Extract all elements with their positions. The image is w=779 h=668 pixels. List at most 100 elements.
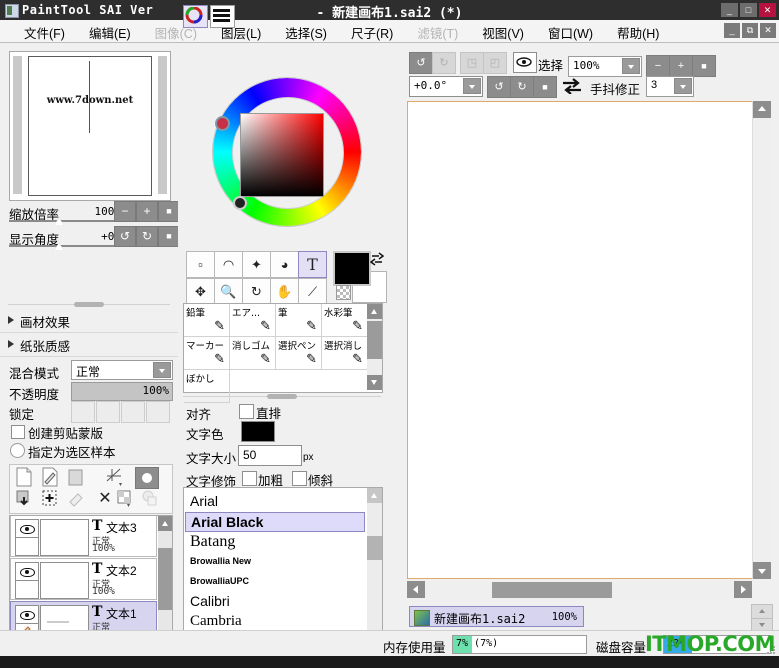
zoom-out-button[interactable]: − bbox=[114, 201, 136, 222]
redo-button[interactable]: ↻ bbox=[432, 52, 456, 74]
canvas-angle-input[interactable]: +0.0° bbox=[409, 76, 483, 97]
menu-item-9[interactable]: 帮助(H) bbox=[605, 20, 671, 45]
canvas-zoom-select[interactable]: 100% bbox=[568, 56, 642, 77]
move-tool[interactable]: ✥ bbox=[186, 278, 215, 305]
font-list-item[interactable]: Browallia New bbox=[185, 552, 365, 572]
brush-scroll-thumb[interactable] bbox=[367, 321, 382, 359]
gradient-bar-tab[interactable] bbox=[210, 5, 235, 28]
brush-list-scrollbar[interactable] bbox=[367, 304, 382, 390]
opacity-slider[interactable]: 100% bbox=[71, 382, 173, 401]
delete-icon[interactable]: ✕ bbox=[93, 489, 117, 511]
layer-thumbnail[interactable] bbox=[40, 519, 89, 556]
canvas-rotate-ccw-button[interactable]: ↺ bbox=[487, 76, 511, 98]
undo-button[interactable]: ↺ bbox=[409, 52, 433, 74]
font-list-item[interactable]: Arial bbox=[185, 492, 365, 512]
canvas-vertical-scrollbar[interactable] bbox=[752, 101, 771, 579]
layer-mask-icon[interactable] bbox=[135, 467, 159, 489]
brush-scroll-down-button[interactable] bbox=[367, 375, 382, 390]
font-list-item[interactable]: Calibri bbox=[185, 592, 365, 612]
eye-icon[interactable] bbox=[513, 52, 537, 73]
brush-scroll-up-button[interactable] bbox=[367, 304, 382, 319]
canvas-rotate-cw-button[interactable]: ↻ bbox=[510, 76, 534, 98]
accordion-material-effect[interactable]: 画材效果 bbox=[0, 308, 178, 333]
color-square[interactable] bbox=[240, 113, 324, 197]
layer-list[interactable]: T文本3正常100%T文本2正常100%T文本1正常100%图层1 bbox=[9, 515, 173, 647]
flip-horizontal-icon[interactable] bbox=[562, 78, 582, 98]
swap-colors-icon[interactable] bbox=[369, 252, 385, 269]
lock-all-icon[interactable] bbox=[146, 401, 170, 423]
canvas-zoom-in-button[interactable]: + bbox=[669, 55, 693, 77]
shape-tool[interactable]: ◕ bbox=[270, 251, 299, 278]
angle-slider-thumb[interactable] bbox=[54, 243, 64, 250]
mdi-close-button[interactable]: ✕ bbox=[760, 23, 776, 38]
mdi-minimize-button[interactable]: _ bbox=[724, 23, 740, 38]
add-selection-icon[interactable] bbox=[41, 489, 65, 511]
menu-item-1[interactable]: 编辑(E) bbox=[77, 20, 143, 45]
saturation-value-marker[interactable] bbox=[233, 196, 247, 210]
color-wheel-tab[interactable] bbox=[183, 5, 208, 28]
rotate-ccw-button[interactable]: ↺ bbox=[114, 226, 136, 247]
text-size-input[interactable]: 50 bbox=[238, 445, 302, 466]
ruler-icon[interactable] bbox=[104, 467, 128, 489]
bold-checkbox[interactable] bbox=[242, 471, 257, 486]
brush-item[interactable]: 選択ペン ✎ bbox=[276, 337, 322, 370]
lock-alpha-icon[interactable] bbox=[71, 401, 95, 423]
brush-item[interactable]: 水彩筆 ✎ bbox=[322, 304, 368, 337]
font-scroll-thumb[interactable] bbox=[367, 536, 382, 560]
maximize-button[interactable]: □ bbox=[740, 3, 757, 17]
layer-row[interactable]: T 文本2 正常 100% bbox=[10, 558, 157, 600]
font-list-item[interactable]: Arial Black bbox=[185, 512, 365, 532]
zoom-slider-track[interactable] bbox=[9, 220, 122, 222]
close-button[interactable]: ✕ bbox=[759, 3, 776, 17]
blend-mode-select[interactable]: 正常 bbox=[71, 360, 173, 380]
chevron-down-icon[interactable] bbox=[463, 78, 481, 94]
layer-visibility-icon[interactable] bbox=[15, 605, 39, 624]
canvas-scroll-down-button[interactable] bbox=[753, 562, 771, 579]
mdi-restore-button[interactable]: ⧉ bbox=[742, 23, 758, 38]
layer-lock-icon[interactable] bbox=[15, 580, 39, 599]
text-color-swatch[interactable] bbox=[241, 421, 275, 442]
brush-item[interactable]: エア... ✎ bbox=[230, 304, 276, 337]
layer-visibility-icon[interactable] bbox=[15, 562, 39, 581]
eyedropper-tool[interactable]: ⟋ bbox=[298, 278, 327, 305]
rotate-tool[interactable]: ↻ bbox=[242, 278, 271, 305]
brush-item[interactable]: 筆 ✎ bbox=[276, 304, 322, 337]
layer-thumbnail[interactable] bbox=[40, 562, 89, 599]
zoom-slider-thumb[interactable] bbox=[54, 218, 64, 225]
font-list-item[interactable]: BrowalliaUPC bbox=[185, 572, 365, 592]
lasso-select-tool[interactable]: ◠ bbox=[214, 251, 243, 278]
navigator-preview[interactable]: www.7down.net bbox=[9, 51, 171, 201]
menu-item-5[interactable]: 尺子(R) bbox=[339, 20, 405, 45]
lock-position-icon[interactable] bbox=[121, 401, 145, 423]
hand-tool[interactable]: ✋ bbox=[270, 278, 299, 305]
scroll-thumb[interactable] bbox=[158, 548, 172, 610]
menu-item-8[interactable]: 窗口(W) bbox=[536, 20, 605, 45]
chevron-down-icon[interactable] bbox=[622, 58, 640, 74]
canvas-zoom-out-button[interactable]: − bbox=[646, 55, 670, 77]
italic-checkbox[interactable] bbox=[292, 471, 307, 486]
transparent-color-swatch[interactable] bbox=[336, 285, 351, 300]
zoom-tool[interactable]: 🔍 bbox=[214, 278, 243, 305]
tab-scroll-up-button[interactable] bbox=[751, 604, 773, 619]
brush-item[interactable]: マーカー ✎ bbox=[184, 337, 230, 370]
font-list-scrollbar[interactable] bbox=[367, 488, 382, 636]
minimize-button[interactable]: _ bbox=[721, 3, 738, 17]
selection-source-radio[interactable] bbox=[10, 443, 25, 458]
brush-item[interactable]: 選択消し ✎ bbox=[322, 337, 368, 370]
font-scroll-up-button[interactable] bbox=[367, 488, 382, 503]
marquee-select-tool[interactable]: ▫ bbox=[186, 251, 215, 278]
brush-list[interactable]: 鉛筆 ✎ エア... ✎ 筆 ✎ 水彩筆 ✎ マーカー ✎ 消しゴム ✎ 選択ペン ✎ 選択消し ✎ ぼかし bbox=[183, 303, 383, 403]
brush-item[interactable]: 鉛筆 ✎ bbox=[184, 304, 230, 337]
brush-item[interactable]: 消しゴム ✎ bbox=[230, 337, 276, 370]
toolbar-button-4[interactable]: ◰ bbox=[483, 52, 507, 74]
new-layer-icon[interactable] bbox=[15, 467, 39, 489]
rotate-reset-button[interactable]: ■ bbox=[158, 226, 180, 247]
zoom-reset-button[interactable]: ■ bbox=[158, 201, 180, 222]
canvas-scroll-right-button[interactable] bbox=[734, 581, 752, 598]
clear-icon[interactable] bbox=[67, 489, 91, 511]
hue-marker[interactable] bbox=[215, 116, 230, 131]
font-list-item[interactable]: Batang bbox=[185, 532, 365, 552]
merge-down-icon[interactable] bbox=[15, 489, 39, 511]
rotate-cw-button[interactable]: ↻ bbox=[136, 226, 158, 247]
text-tool[interactable]: T bbox=[298, 251, 327, 278]
